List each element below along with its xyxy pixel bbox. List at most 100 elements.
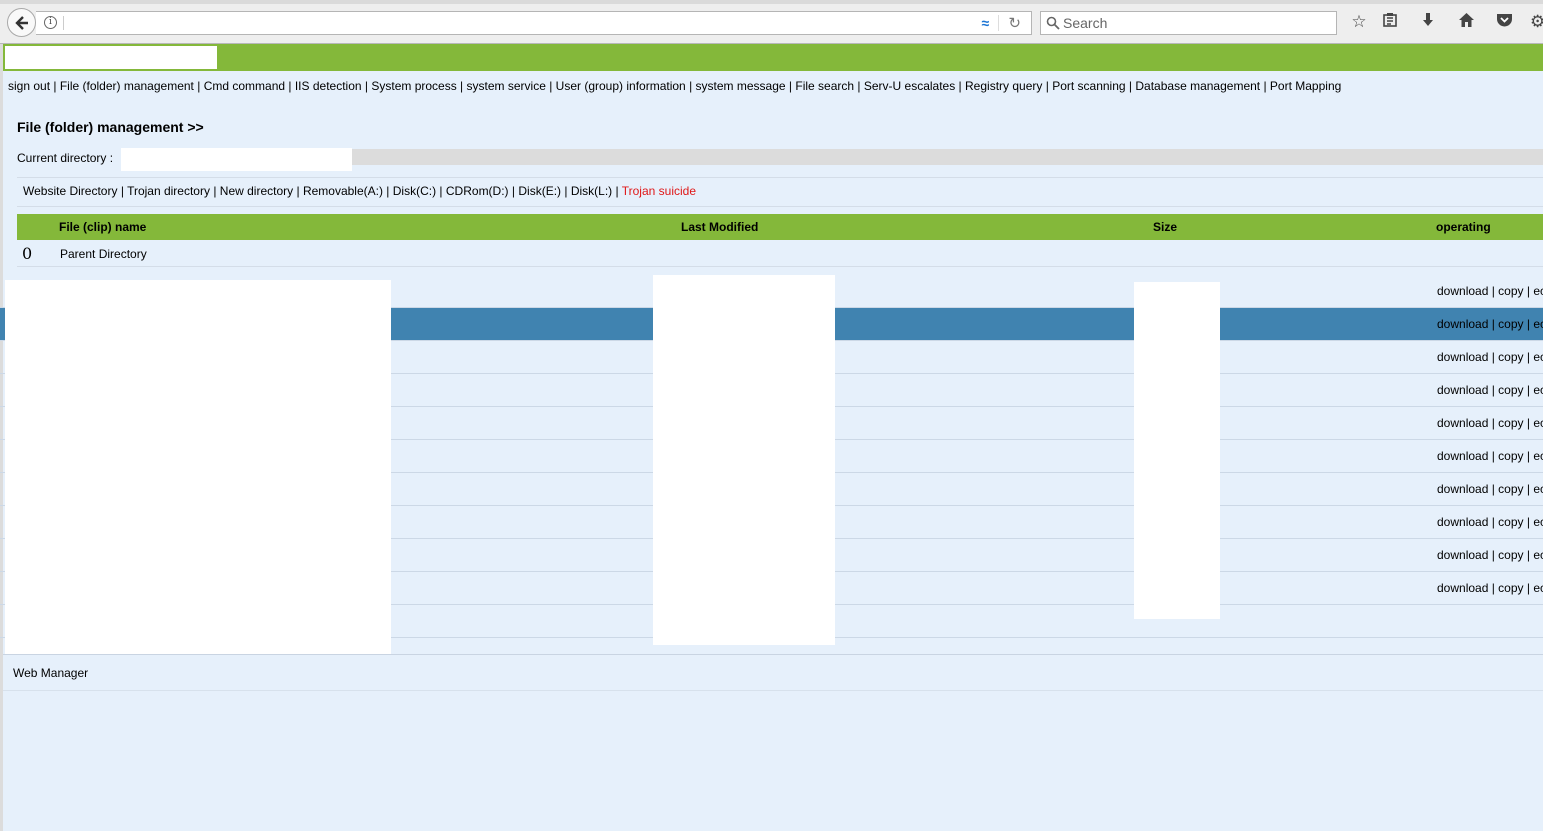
edit-link[interactable]: ec — [1533, 548, 1543, 562]
reload-icon[interactable]: ↻ — [1008, 14, 1021, 32]
browser-toolbar: i ≈ ↻ ☆ ⚙ — [0, 0, 1543, 44]
row-operations: download | copy | ec — [1437, 284, 1543, 298]
copy-link[interactable]: copy — [1498, 383, 1523, 397]
search-bar[interactable] — [1040, 11, 1337, 35]
site-info-icon[interactable]: i — [44, 16, 57, 29]
quicklink-trojan-suicide[interactable]: Trojan suicide — [622, 184, 696, 198]
ops-separator: | — [1523, 416, 1534, 430]
copy-link[interactable]: copy — [1498, 416, 1523, 430]
download-link[interactable]: download — [1437, 284, 1488, 298]
page-header-bar — [3, 44, 1543, 71]
redacted-filenames — [5, 280, 391, 655]
copy-link[interactable]: copy — [1498, 548, 1523, 562]
edit-link[interactable]: ec — [1533, 317, 1543, 331]
column-header-size[interactable]: Size — [1153, 220, 1177, 234]
redacted-sizes — [1134, 282, 1220, 619]
parent-directory-link[interactable]: Parent Directory — [60, 247, 147, 261]
quicklink-trojan-directory[interactable]: Trojan directory — [127, 184, 210, 198]
copy-link[interactable]: copy — [1498, 284, 1523, 298]
quicklink-website-directory[interactable]: Website Directory — [23, 184, 117, 198]
divider — [17, 206, 1543, 207]
nav-separator: | — [193, 79, 204, 93]
nav-link-system-message[interactable]: system message — [696, 79, 786, 93]
ops-separator: | — [1523, 317, 1534, 331]
nav-separator: | — [854, 79, 864, 93]
divider — [17, 177, 1543, 178]
search-icon — [1046, 16, 1060, 30]
ops-separator: | — [1523, 350, 1534, 364]
download-link[interactable]: download — [1437, 515, 1488, 529]
copy-link[interactable]: copy — [1498, 515, 1523, 529]
nav-separator: | — [1260, 79, 1270, 93]
quicklink-removable-a[interactable]: Removable(A:) — [303, 184, 383, 198]
nav-link-user-group-information[interactable]: User (group) information — [556, 79, 686, 93]
edit-link[interactable]: ec — [1533, 284, 1543, 298]
edit-link[interactable]: ec — [1533, 383, 1543, 397]
nav-link-file-search[interactable]: File search — [795, 79, 854, 93]
download-link[interactable]: download — [1437, 482, 1488, 496]
nav-link-serv-u-escalates[interactable]: Serv-U escalates — [864, 79, 955, 93]
pocket-icon[interactable] — [1494, 12, 1514, 32]
quicklink-cdrom-d[interactable]: CDRom(D:) — [446, 184, 509, 198]
menu-gear-icon[interactable]: ⚙ — [1530, 12, 1543, 32]
nav-link-port-mapping[interactable]: Port Mapping — [1270, 79, 1341, 93]
row-operations: download | copy | ec — [1437, 317, 1543, 331]
download-link[interactable]: download — [1437, 548, 1488, 562]
nav-separator: | — [1125, 79, 1136, 93]
bookmark-star-icon[interactable]: ☆ — [1349, 12, 1369, 32]
copy-link[interactable]: copy — [1498, 317, 1523, 331]
reader-view-icon[interactable]: ≈ — [981, 15, 989, 31]
edit-link[interactable]: ec — [1533, 350, 1543, 364]
ops-separator: | — [1523, 449, 1534, 463]
row-operations: download | copy | ec — [1437, 416, 1543, 430]
row-operations: download | copy | ec — [1437, 350, 1543, 364]
nav-link-registry-query[interactable]: Registry query — [965, 79, 1042, 93]
nav-link-file-folder-management[interactable]: File (folder) management — [60, 79, 194, 93]
nav-link-system-service[interactable]: system service — [467, 79, 546, 93]
row-operations: download | copy | ec — [1437, 515, 1543, 529]
column-header-name[interactable]: File (clip) name — [59, 220, 146, 234]
nav-link-cmd-command[interactable]: Cmd command — [204, 79, 285, 93]
download-link[interactable]: download — [1437, 383, 1488, 397]
home-icon[interactable] — [1456, 12, 1476, 32]
download-link[interactable]: download — [1437, 350, 1488, 364]
quicklink-disk-c[interactable]: Disk(C:) — [393, 184, 436, 198]
edit-link[interactable]: ec — [1533, 449, 1543, 463]
back-button[interactable] — [7, 8, 36, 37]
nav-separator: | — [1042, 79, 1053, 93]
edit-link[interactable]: ec — [1533, 482, 1543, 496]
edit-link[interactable]: ec — [1533, 515, 1543, 529]
quicklink-disk-e[interactable]: Disk(E:) — [518, 184, 561, 198]
edit-link[interactable]: ec — [1533, 416, 1543, 430]
search-input[interactable] — [1063, 14, 1323, 32]
edit-link[interactable]: ec — [1533, 581, 1543, 595]
download-link[interactable]: download — [1437, 416, 1488, 430]
url-text[interactable] — [67, 15, 317, 31]
nav-link-iis-detection[interactable]: IIS detection — [295, 79, 362, 93]
quicklink-separator: | — [117, 184, 128, 198]
nav-separator: | — [685, 79, 696, 93]
bookmarks-library-icon[interactable] — [1380, 12, 1400, 32]
current-directory-input[interactable] — [121, 148, 352, 171]
nav-link-system-process[interactable]: System process — [371, 79, 456, 93]
quicklink-new-directory[interactable]: New directory — [220, 184, 293, 198]
copy-link[interactable]: copy — [1498, 482, 1523, 496]
nav-separator: | — [456, 79, 467, 93]
nav-link-sign-out[interactable]: sign out — [8, 79, 50, 93]
nav-link-port-scanning[interactable]: Port scanning — [1052, 79, 1125, 93]
ops-separator: | — [1523, 548, 1534, 562]
download-link[interactable]: download — [1437, 581, 1488, 595]
redacted-modified-dates — [653, 275, 835, 645]
download-link[interactable]: download — [1437, 449, 1488, 463]
copy-link[interactable]: copy — [1498, 350, 1523, 364]
column-header-modified[interactable]: Last Modified — [681, 220, 758, 234]
parent-directory-row[interactable]: 0 Parent Directory — [17, 240, 1543, 267]
nav-link-database-management[interactable]: Database management — [1135, 79, 1260, 93]
copy-link[interactable]: copy — [1498, 449, 1523, 463]
parent-folder-icon: 0 — [22, 244, 33, 263]
copy-link[interactable]: copy — [1498, 581, 1523, 595]
download-icon[interactable] — [1418, 12, 1438, 32]
quicklink-disk-l[interactable]: Disk(L:) — [571, 184, 612, 198]
address-bar[interactable]: i ≈ ↻ — [36, 11, 1032, 35]
download-link[interactable]: download — [1437, 317, 1488, 331]
